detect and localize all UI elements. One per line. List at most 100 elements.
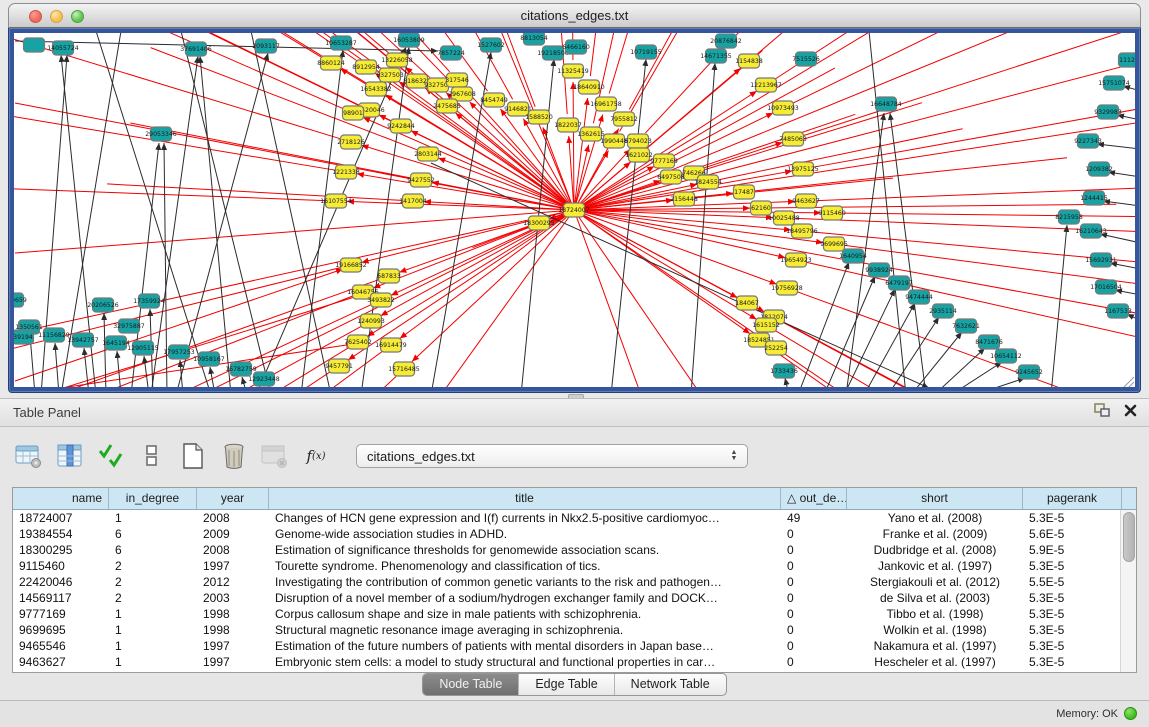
table-row[interactable]: 1872400712008Changes of HCN gene express…: [13, 510, 1136, 526]
graph-edge: [691, 63, 715, 387]
scrollbar-thumb[interactable]: [1123, 512, 1135, 562]
graph-node-label: 11325419: [557, 68, 589, 75]
table-settings-icon[interactable]: [14, 441, 44, 471]
cell-name: 22420046: [13, 574, 109, 590]
table-row[interactable]: 1456911722003Disruption of a novel membe…: [13, 590, 1136, 606]
graph-edge: [151, 56, 198, 387]
graph-edge: [844, 289, 895, 387]
citation-network-graph: 1872400788601248912954132260589327503165…: [14, 33, 1135, 387]
graph-node-label: 9245652: [1015, 369, 1043, 376]
cell-name: 9699695: [13, 622, 109, 638]
cell-in_degree: 6: [109, 542, 197, 558]
window-titlebar[interactable]: citations_edges.txt: [8, 3, 1141, 28]
new-table-icon[interactable]: [178, 441, 208, 471]
column-header-year[interactable]: year: [197, 488, 269, 509]
graph-node-label: 29053346: [145, 131, 177, 138]
cell-title: Changes of HCN gene expression and I(f) …: [269, 510, 781, 526]
window-frame: 1872400788601248912954132260589327503165…: [8, 28, 1141, 393]
column-header-pagerank[interactable]: pagerank: [1023, 488, 1122, 509]
select-all-icon[interactable]: [96, 441, 126, 471]
column-header-name[interactable]: name: [13, 488, 109, 509]
table-row[interactable]: 1938455462009Genome-wide association stu…: [13, 526, 1136, 542]
graph-node-label: 9474444: [905, 294, 933, 301]
cell-name: 14569117: [13, 590, 109, 606]
column-header-title[interactable]: title: [269, 488, 781, 509]
graph-node-label: 8813054: [520, 35, 548, 42]
cell-pagerank: 5.9E-5: [1023, 542, 1122, 558]
graph-node-label: 32975887: [113, 323, 145, 330]
cell-in_degree: 6: [109, 526, 197, 542]
column-header-out_de[interactable]: △ out_de…: [781, 488, 847, 509]
graph-node-label: 2935114: [929, 308, 957, 315]
graph-nodes: 1872400788601248912954132260589327503165…: [14, 33, 1135, 386]
application: citations_edges.txt 18724007886012489129…: [0, 0, 1149, 727]
vertical-scrollbar[interactable]: [1120, 510, 1136, 672]
graph-edge: [180, 360, 183, 387]
graph-node-label: 9227343: [1074, 138, 1102, 145]
graph-edge: [574, 98, 588, 210]
graph-node-label: 12213967: [750, 82, 782, 89]
graph-node-label: 12923448: [248, 376, 280, 383]
graph-node-label: 9427552: [407, 177, 435, 184]
graph-node-label: 8912954: [352, 64, 380, 71]
tab-edge-table[interactable]: Edge Table: [519, 674, 614, 695]
graph-edge: [144, 356, 149, 387]
float-panel-icon[interactable]: [1094, 403, 1110, 422]
table-row[interactable]: 977716911998Corpus callosum shape and si…: [13, 606, 1136, 622]
clear-selection-icon[interactable]: [137, 441, 167, 471]
tab-node-table[interactable]: Node Table: [423, 674, 519, 695]
cell-in_degree: 1: [109, 510, 197, 526]
table-row[interactable]: 911546021997Tourette syndrome. Phenomeno…: [13, 558, 1136, 574]
graph-node-label: 1733436: [770, 368, 798, 375]
cell-pagerank: 5.5E-5: [1023, 574, 1122, 590]
resize-grip-icon[interactable]: [1116, 377, 1134, 387]
table-row[interactable]: 969969511998Structural magnetic resonanc…: [13, 622, 1136, 638]
cell-title: Estimation of significance thresholds fo…: [269, 542, 781, 558]
graph-node-label: 20876842: [710, 38, 742, 45]
graph-node-label: 587833: [377, 273, 401, 280]
show-column-icon[interactable]: [55, 441, 85, 471]
graph-node-label: 14055724: [47, 45, 79, 52]
tab-network-table[interactable]: Network Table: [615, 674, 726, 695]
graph-node-label: 16782759: [225, 366, 257, 373]
graph-node-label: 2620659: [14, 297, 27, 304]
graph-node-label: 1362615: [577, 131, 605, 138]
graph-node-label: 19756928: [771, 285, 803, 292]
table-body: 1872400712008Changes of HCN gene express…: [13, 510, 1136, 670]
graph-node-label: 20206526: [87, 302, 119, 309]
graph-node-label: 14671355: [700, 53, 732, 60]
graph-node-label: 17487: [734, 189, 754, 196]
resize-grip-icon[interactable]: [1121, 382, 1134, 387]
cell-title: Corpus callosum shape and size in male p…: [269, 606, 781, 622]
function-icon[interactable]: f(x): [301, 441, 331, 471]
table-row[interactable]: 946362711997Embryonic stem cells: a mode…: [13, 654, 1136, 670]
graph-node[interactable]: [24, 38, 45, 52]
cell-out_de: 0: [781, 574, 847, 590]
cell-year: 1997: [197, 638, 269, 654]
graph-node-label: 15751074: [1098, 80, 1130, 87]
network-window: citations_edges.txt 18724007886012489129…: [8, 3, 1141, 393]
close-panel-icon[interactable]: [1124, 404, 1137, 422]
cell-pagerank: 5.3E-5: [1023, 558, 1122, 574]
table-row[interactable]: 946554611997Estimation of the future num…: [13, 638, 1136, 654]
graph-node-label: 18495796: [786, 228, 818, 235]
graph-node-label: 8860124: [317, 60, 345, 67]
table-row[interactable]: 2242004622012Investigating the contribut…: [13, 574, 1136, 590]
table-source-combobox[interactable]: citations_edges.txt ▲▼: [356, 444, 748, 468]
delete-rows-icon[interactable]: [219, 441, 249, 471]
network-canvas[interactable]: 1872400788601248912954132260589327503165…: [14, 33, 1135, 387]
cell-name: 19384554: [13, 526, 109, 542]
graph-node-label: 19654923: [780, 257, 812, 264]
graph-node-label: 10654112: [990, 353, 1022, 360]
graph-edge: [441, 210, 574, 387]
graph-edge: [609, 33, 667, 93]
combobox-value: citations_edges.txt: [357, 449, 725, 464]
table-row[interactable]: 1830029562008Estimation of significance …: [13, 542, 1136, 558]
graph-edge: [574, 210, 641, 387]
graph-edge: [793, 33, 1135, 103]
column-header-in_degree[interactable]: in_degree: [109, 488, 197, 509]
column-header-short[interactable]: short: [847, 488, 1023, 509]
cell-in_degree: 2: [109, 558, 197, 574]
graph-node-label: 2093117: [252, 43, 280, 50]
graph-edge: [1097, 144, 1135, 149]
